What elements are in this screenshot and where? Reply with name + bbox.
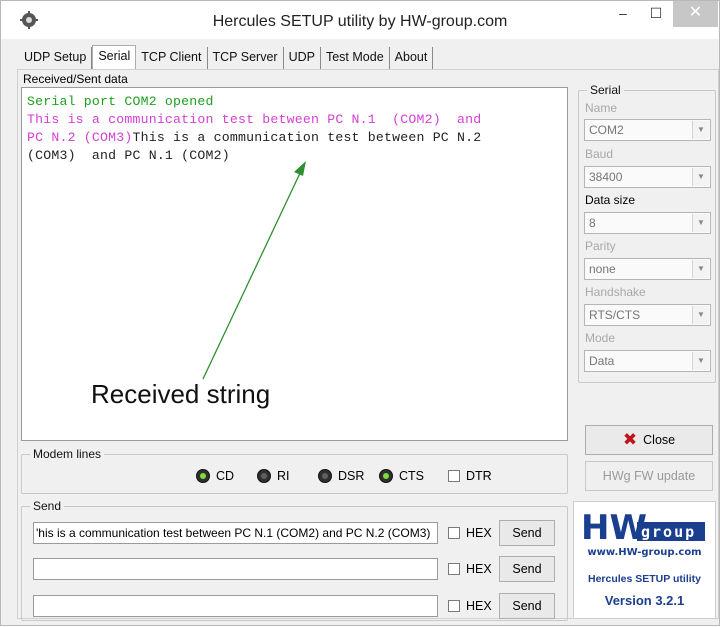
mode-select[interactable]: Data ▼ (584, 350, 711, 372)
received-line: This is a communication test between PC … (27, 112, 482, 127)
mode-label: Mode (585, 331, 616, 345)
close-window-button[interactable]: ✕ (673, 1, 718, 27)
led-on-icon (196, 469, 210, 483)
chevron-down-icon: ▼ (692, 260, 709, 278)
dsr-indicator: DSR (318, 469, 364, 483)
dtr-label: DTR (466, 469, 492, 483)
send-input-3[interactable] (33, 595, 438, 617)
close-x-icon: ✖ (622, 430, 638, 449)
hex-checkbox[interactable] (448, 600, 460, 612)
data-size-label: Data size (585, 193, 636, 207)
tab-udp[interactable]: UDP (284, 47, 321, 69)
received-sent-label: Received/Sent data (23, 72, 128, 86)
tab-tcp-server[interactable]: TCP Server (208, 47, 284, 69)
hex-toggle-2[interactable]: HEX (448, 562, 492, 576)
hex-checkbox[interactable] (448, 527, 460, 539)
baud-label: Baud (585, 147, 614, 161)
received-line: (COM3) and PC N.1 (COM2) (27, 148, 230, 163)
app-window: Hercules SETUP utility by HW-group.com –… (0, 0, 720, 626)
send-button-3[interactable]: Send (499, 593, 555, 619)
parity-value: none (589, 262, 616, 276)
close-port-button[interactable]: ✖ Close (585, 425, 713, 455)
cts-label: CTS (399, 469, 424, 483)
chevron-down-icon: ▼ (692, 168, 709, 186)
hex-label: HEX (466, 562, 492, 576)
tab-tcp-client[interactable]: TCP Client (136, 47, 208, 69)
dtr-toggle[interactable]: DTR (448, 469, 492, 483)
cd-label: CD (216, 469, 235, 483)
ri-label: RI (277, 469, 290, 483)
hex-label: HEX (466, 599, 492, 613)
dsr-label: DSR (338, 469, 365, 483)
port-name-value: COM2 (589, 123, 624, 137)
handshake-select[interactable]: RTS/CTS ▼ (584, 304, 711, 326)
led-on-icon (379, 469, 393, 483)
mode-value: Data (589, 354, 615, 368)
tab-test-mode[interactable]: Test Mode (321, 47, 390, 69)
chevron-down-icon: ▼ (692, 121, 709, 139)
led-off-icon (318, 469, 332, 483)
minimize-button[interactable]: – (608, 1, 638, 27)
parity-select[interactable]: none ▼ (584, 258, 711, 280)
parity-label: Parity (585, 239, 616, 253)
received-line: Serial port COM2 opened (27, 94, 214, 109)
dtr-checkbox[interactable] (448, 470, 460, 482)
tab-serial[interactable]: Serial (92, 45, 137, 69)
data-size-select[interactable]: 8 ▼ (584, 212, 711, 234)
chevron-down-icon: ▼ (692, 214, 709, 232)
maximize-button[interactable]: ☐ (641, 1, 671, 27)
cd-indicator: CD (196, 469, 234, 483)
close-port-label: Close (643, 433, 676, 447)
name-label: Name (585, 101, 618, 115)
baud-select[interactable]: 38400 ▼ (584, 166, 711, 188)
modem-lines-label: Modem lines (33, 447, 102, 461)
led-off-icon (257, 469, 271, 483)
port-name-select[interactable]: COM2 ▼ (584, 119, 711, 141)
title-bar: Hercules SETUP utility by HW-group.com –… (1, 1, 719, 39)
logo-group-text: group (641, 523, 696, 541)
hex-checkbox[interactable] (448, 563, 460, 575)
tab-udp-setup[interactable]: UDP Setup (19, 47, 93, 69)
serial-group-label: Serial (590, 83, 621, 97)
handshake-label: Handshake (585, 285, 646, 299)
handshake-value: RTS/CTS (589, 308, 641, 322)
hex-toggle-3[interactable]: HEX (448, 599, 492, 613)
send-group-label: Send (33, 499, 62, 513)
logo-url: www.HW-group.com (587, 547, 702, 558)
baud-value: 38400 (589, 170, 623, 184)
send-button-2[interactable]: Send (499, 556, 555, 582)
logo-version: Version 3.2.1 (604, 593, 685, 608)
fw-update-button[interactable]: HWg FW update (585, 461, 713, 491)
send-button-1[interactable]: Send (499, 520, 555, 546)
hw-group-logo-mark: HW group (579, 509, 707, 543)
chevron-down-icon: ▼ (692, 352, 709, 370)
send-input-1[interactable]: 'his is a communication test between PC … (33, 522, 438, 544)
cts-indicator: CTS (379, 469, 424, 483)
ri-indicator: RI (257, 469, 290, 483)
hex-label: HEX (466, 526, 492, 540)
data-size-value: 8 (589, 216, 596, 230)
received-line-segment: This is a communication test between PC … (132, 130, 482, 145)
annotation-label: Received string (91, 379, 271, 409)
tab-bar: UDP Setup Serial TCP Client TCP Server U… (19, 45, 434, 69)
hex-toggle-1[interactable]: HEX (448, 526, 492, 540)
tab-about[interactable]: About (390, 47, 434, 69)
chevron-down-icon: ▼ (692, 306, 709, 324)
send-input-2[interactable] (33, 558, 438, 580)
received-line-segment: PC N.2 (COM3) (27, 130, 133, 145)
logo-product-name: Hercules SETUP utility (587, 573, 701, 585)
